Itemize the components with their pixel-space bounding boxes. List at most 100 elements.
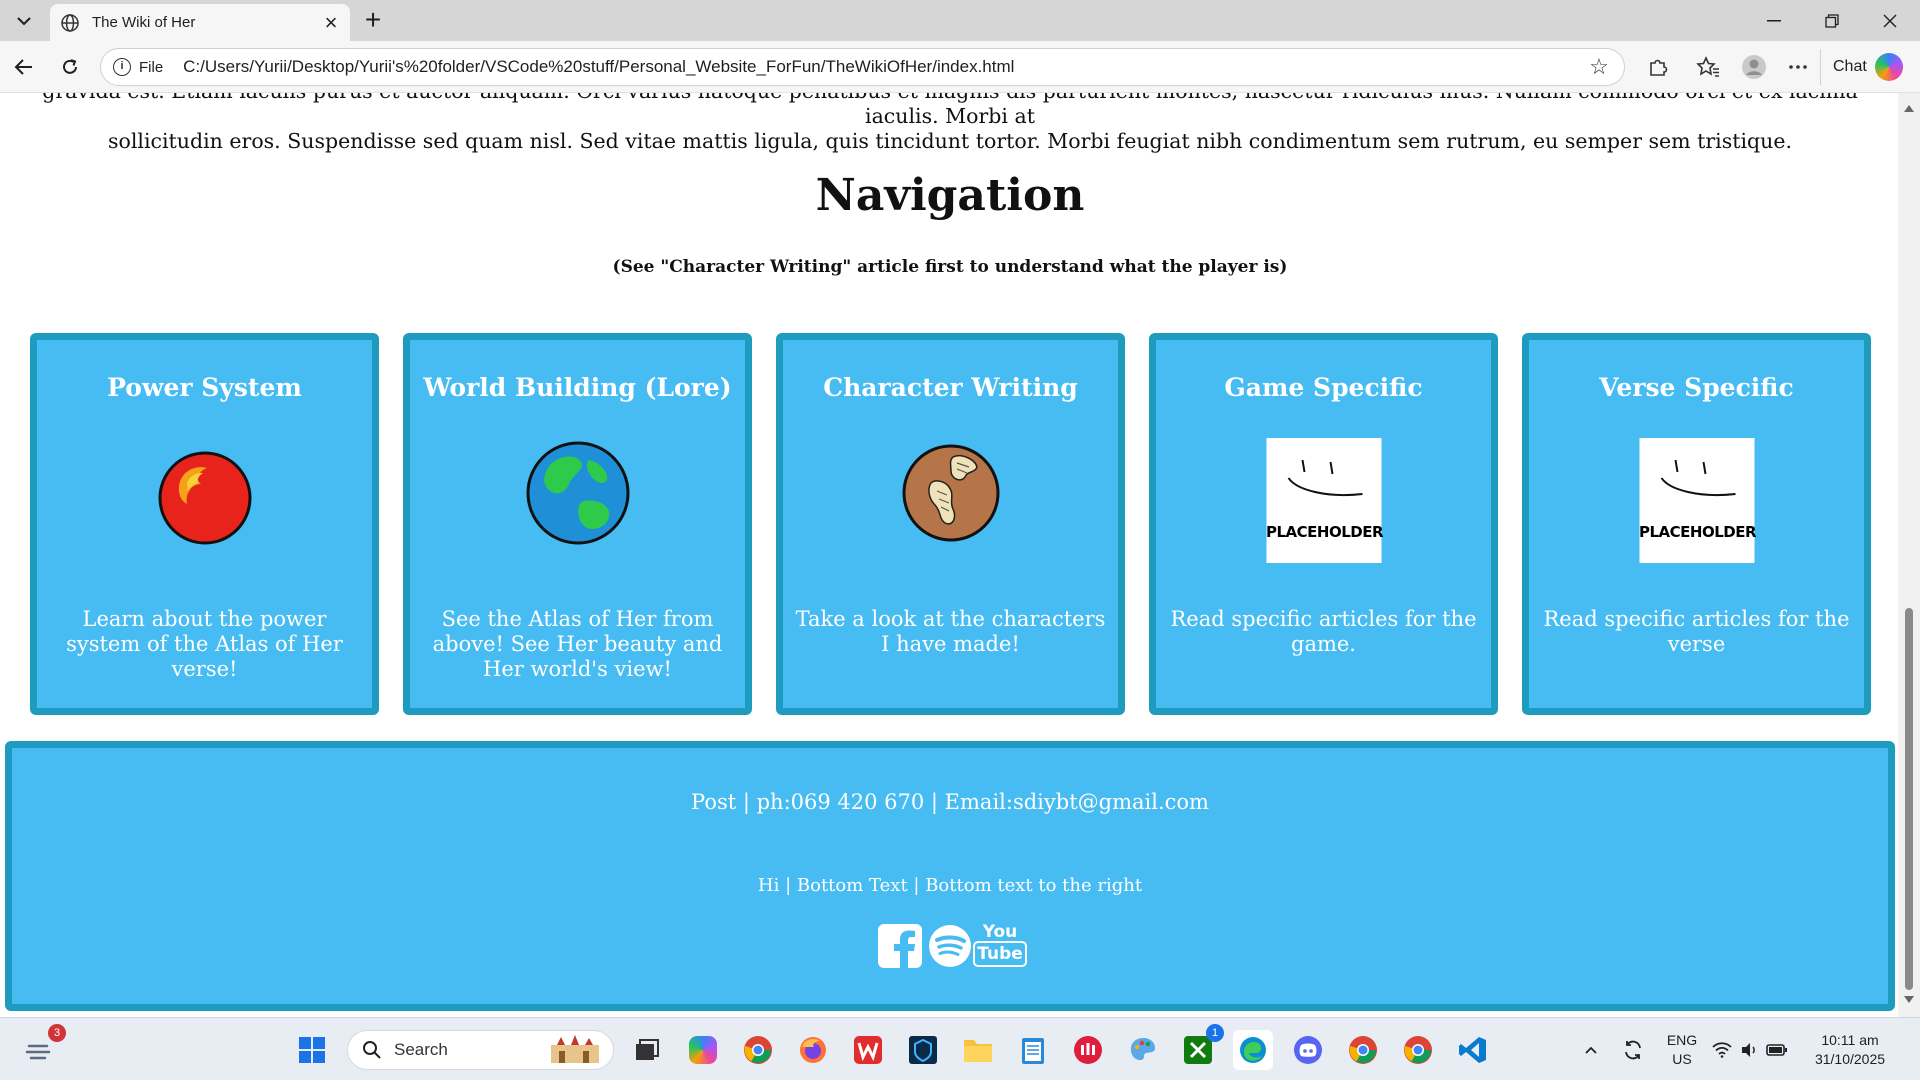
- minimize-button[interactable]: [1746, 0, 1802, 41]
- scrollbar-thumb[interactable]: [1905, 608, 1913, 990]
- restore-button[interactable]: [1804, 0, 1860, 41]
- intro-line: sollicitudin eros. Suspendisse sed quam …: [107, 129, 1792, 153]
- tab-close-button[interactable]: ×: [322, 11, 340, 33]
- language-code: ENG: [1666, 1032, 1698, 1048]
- chrome-icon: [744, 1036, 772, 1064]
- profile-button[interactable]: [1738, 51, 1770, 83]
- card-title: Verse Specific: [1599, 373, 1794, 402]
- notepad-app[interactable]: [1013, 1030, 1053, 1070]
- card-game-specific[interactable]: Game Specific PLACEHOLDER Read specific …: [1149, 333, 1498, 715]
- browser-tab-bar: The Wiki of Her × +: [0, 0, 1920, 41]
- minimize-icon: [1767, 19, 1781, 21]
- scroll-up-arrow-icon[interactable]: [1903, 103, 1915, 113]
- clock-date: 31/10/2025: [1814, 1051, 1886, 1067]
- file-explorer-app[interactable]: [958, 1030, 998, 1070]
- restore-icon: [1825, 13, 1839, 28]
- favorites-button[interactable]: [1692, 51, 1724, 83]
- sync-icon: [1625, 1040, 1641, 1060]
- edge-app[interactable]: [1233, 1030, 1273, 1070]
- search-icon: [363, 1041, 381, 1059]
- vscode-app[interactable]: [1453, 1030, 1493, 1070]
- card-verse-specific[interactable]: Verse Specific PLACEHOLDER Read specific…: [1522, 333, 1871, 715]
- search-placeholder: Search: [394, 1040, 448, 1059]
- quick-settings-button[interactable]: [1710, 1030, 1790, 1070]
- address-bar[interactable]: i File C:/Users/Yurii/Desktop/Yurii's%20…: [100, 48, 1625, 86]
- chrome-icon: [1404, 1036, 1432, 1064]
- paint-app[interactable]: [1123, 1030, 1163, 1070]
- puzzle-icon: [1650, 59, 1668, 76]
- palette-icon: [1130, 1038, 1155, 1061]
- dark-app[interactable]: [903, 1030, 943, 1070]
- youtube-icon[interactable]: You Tube: [973, 923, 1027, 973]
- address-toolbar: i File C:/Users/Yurii/Desktop/Yurii's%20…: [0, 41, 1920, 93]
- copilot-chat-button[interactable]: Chat: [1820, 49, 1912, 85]
- placeholder-image: PLACEHOLDER: [1266, 438, 1384, 563]
- back-arrow-icon: [14, 59, 32, 75]
- notifications-widget[interactable]: 3: [20, 1024, 66, 1070]
- tab-actions-menu-button[interactable]: [8, 6, 40, 36]
- discord-app[interactable]: [1288, 1030, 1328, 1070]
- task-view-icon: [636, 1039, 659, 1060]
- chrome-profile-app-1[interactable]: [1343, 1030, 1383, 1070]
- footer-bottom-text: Hi | Bottom Text | Bottom text to the ri…: [757, 875, 1143, 896]
- card-title: Character Writing: [823, 373, 1078, 402]
- page-viewport: gravida est. Etiam iaculis purus et auct…: [0, 93, 1920, 1017]
- card-power-system[interactable]: Power System Learn about the power syste…: [30, 333, 379, 715]
- new-tab-button[interactable]: +: [358, 6, 388, 36]
- task-view-button[interactable]: [627, 1030, 667, 1070]
- card-title: Power System: [107, 373, 302, 402]
- vscode-icon: [1459, 1037, 1486, 1063]
- search-highlight-icon: [551, 1035, 599, 1063]
- avatar-icon: [1742, 55, 1766, 79]
- copilot-app[interactable]: [683, 1030, 723, 1070]
- chrome-profile-app-2[interactable]: [1398, 1030, 1438, 1070]
- tab-title: The Wiki of Her: [92, 14, 196, 31]
- page-scrollbar[interactable]: [1898, 93, 1920, 1017]
- notification-badge: 3: [48, 1024, 66, 1042]
- card-character-writing[interactable]: Character Writing Take a look at the cha…: [776, 333, 1125, 715]
- extensions-button[interactable]: [1642, 51, 1674, 83]
- edge-icon: [1240, 1037, 1266, 1063]
- placeholder-image: PLACEHOLDER: [1639, 438, 1757, 563]
- refresh-button[interactable]: [54, 51, 86, 83]
- url-scheme-label: File: [139, 58, 164, 76]
- info-icon[interactable]: i: [113, 58, 131, 76]
- clock[interactable]: 10:11 am 31/10/2025: [1800, 1030, 1900, 1070]
- language-indicator[interactable]: ENG US: [1661, 1030, 1703, 1070]
- facebook-icon[interactable]: [877, 923, 923, 973]
- folder-icon: [964, 1040, 992, 1062]
- youtube-label-bottom: Tube: [973, 941, 1027, 967]
- card-description: Take a look at the characters I have mad…: [795, 607, 1106, 656]
- firefox-icon: [800, 1037, 826, 1063]
- language-text: ENG US: [1667, 1031, 1697, 1069]
- sync-status-button[interactable]: [1613, 1030, 1653, 1070]
- clock-time: 10:11 am: [1821, 1032, 1879, 1048]
- card-description: See the Atlas of Her from above! See Her…: [432, 607, 723, 681]
- favorites-icon: [1696, 56, 1719, 77]
- weather-widget-icon: [25, 1044, 51, 1060]
- start-button[interactable]: [292, 1030, 332, 1070]
- xbox-app[interactable]: 1: [1178, 1024, 1224, 1070]
- firefox-app[interactable]: [793, 1030, 833, 1070]
- navigation-heading: Navigation: [815, 170, 1085, 221]
- scroll-down-arrow-icon[interactable]: [1903, 995, 1915, 1005]
- planet-earth-icon: [525, 440, 631, 550]
- taskbar-search[interactable]: Search: [347, 1030, 614, 1070]
- url-text[interactable]: C:/Users/Yurii/Desktop/Yurii's%20folder/…: [183, 57, 1584, 77]
- show-hidden-icons-button[interactable]: [1571, 1030, 1611, 1070]
- spotify-icon[interactable]: [927, 923, 973, 973]
- red-app[interactable]: [1068, 1030, 1108, 1070]
- back-button[interactable]: [8, 51, 40, 83]
- close-window-button[interactable]: [1862, 0, 1918, 41]
- chrome-app[interactable]: [738, 1030, 778, 1070]
- placeholder-label: PLACEHOLDER: [1266, 523, 1384, 541]
- placeholder-label: PLACEHOLDER: [1639, 523, 1757, 541]
- volume-icon: [1742, 1043, 1755, 1057]
- browser-tab[interactable]: The Wiki of Her ×: [50, 4, 350, 41]
- wps-office-app[interactable]: [848, 1030, 888, 1070]
- card-world-building[interactable]: World Building (Lore) See the Atlas of H…: [403, 333, 752, 715]
- favorite-star-icon[interactable]: ☆: [1584, 55, 1614, 80]
- chevron-down-icon: [17, 17, 31, 26]
- xbox-badge: 1: [1206, 1024, 1224, 1042]
- more-options-button[interactable]: [1782, 51, 1814, 83]
